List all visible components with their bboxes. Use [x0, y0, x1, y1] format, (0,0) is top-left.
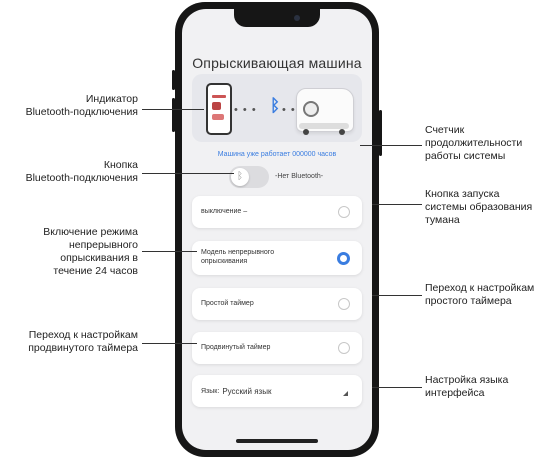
language-select-text: Язык: Русский язык — [201, 375, 271, 407]
dropdown-caret-icon[interactable] — [343, 391, 348, 396]
option-radio[interactable] — [338, 342, 350, 354]
leader-bt-indicator — [142, 109, 204, 110]
phone-notch — [234, 9, 320, 27]
bluetooth-icon: ᛒ — [270, 96, 281, 115]
bluetooth-toggle-icon: ᛒ — [231, 168, 249, 186]
option-continuous[interactable]: Модель непрерывного опрыскивания — [192, 241, 362, 275]
leader-simple-timer — [372, 295, 422, 296]
language-value: Русский язык — [222, 386, 272, 396]
option-simple-timer[interactable]: Простой таймер — [192, 288, 362, 320]
leader-fog-start — [372, 204, 422, 205]
leader-runtime-counter — [360, 145, 422, 146]
bluetooth-illustration: • • • ᛒ • • — [192, 74, 362, 142]
runtime-counter: Машина уже работает 000000 часов — [217, 151, 337, 158]
option-off[interactable]: выключение – — [192, 196, 362, 228]
leader-bt-button — [142, 173, 234, 174]
leader-language-setting — [372, 387, 422, 388]
option-label: выключение – — [201, 207, 248, 215]
leader-continuous — [142, 251, 197, 252]
home-indicator — [236, 439, 318, 443]
callout-runtime-counter: Счетчик продолжительности работы системы — [425, 124, 523, 162]
camera-icon — [294, 15, 300, 21]
callout-advanced-timer: Переход к настройкам продвинутого таймер… — [28, 329, 138, 354]
phone-icon — [206, 83, 232, 135]
callout-bt-button: Кнопка Bluetooth-подключения — [25, 159, 138, 184]
machine-icon — [296, 88, 354, 135]
leader-advanced-timer — [142, 343, 197, 344]
option-label: Продвинутый таймер — [201, 343, 271, 351]
option-radio-selected[interactable] — [337, 252, 350, 265]
bluetooth-status: -Нет Bluetooth- — [275, 173, 324, 180]
option-label: Модель непрерывного опрыскивания — [201, 249, 275, 265]
callout-simple-timer: Переход к настройкам простого таймера — [425, 282, 535, 307]
phone-frame: Опрыскивающая машина • • • ᛒ • • Машина … — [175, 2, 379, 457]
phone-power-button — [379, 110, 382, 156]
option-radio[interactable] — [338, 298, 350, 310]
option-label: Простой таймер — [201, 299, 254, 307]
callout-fog-start: Кнопка запуска системы образования туман… — [425, 188, 533, 226]
connection-dots-left: • • • — [234, 104, 257, 116]
bluetooth-toggle[interactable]: ᛒ — [229, 166, 269, 188]
option-advanced-timer[interactable]: Продвинутый таймер — [192, 332, 362, 364]
callout-language-setting: Настройка языка интерфейса — [425, 374, 509, 399]
connection-dots-right: • • — [282, 104, 296, 116]
callout-bt-indicator: Индикатор Bluetooth-подключения — [25, 93, 138, 118]
callout-continuous: Включение режима непрерывного опрыскиван… — [43, 226, 138, 277]
language-label: Язык: — [201, 387, 220, 395]
app-title: Опрыскивающая машина — [192, 55, 362, 71]
phone-screen: Опрыскивающая машина • • • ᛒ • • Машина … — [182, 9, 372, 450]
language-select[interactable]: Язык: Русский язык — [192, 375, 362, 407]
option-radio[interactable] — [338, 206, 350, 218]
